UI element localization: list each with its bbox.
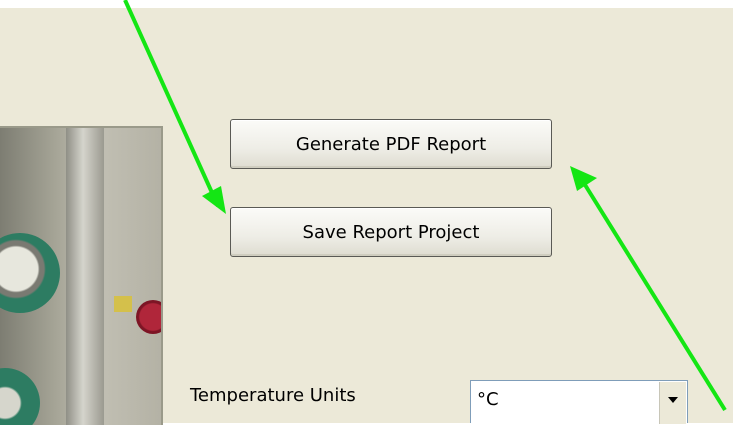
photo-pipe — [66, 128, 104, 425]
chevron-down-icon — [668, 397, 678, 403]
temperature-units-label: Temperature Units — [190, 385, 356, 406]
temperature-units-select[interactable]: °C — [470, 380, 688, 424]
temperature-units-dropdown-button[interactable] — [659, 382, 686, 424]
temperature-units-value: °C — [477, 389, 499, 410]
save-report-project-label: Save Report Project — [302, 221, 480, 243]
generate-pdf-report-button[interactable]: Generate PDF Report — [230, 119, 552, 169]
generate-pdf-report-label: Generate PDF Report — [295, 133, 487, 155]
photo-thumbnail — [0, 126, 163, 425]
photo-tag — [114, 296, 132, 312]
photo-valve — [136, 300, 161, 334]
save-report-project-button[interactable]: Save Report Project — [230, 207, 552, 257]
top-strip — [0, 0, 733, 8]
